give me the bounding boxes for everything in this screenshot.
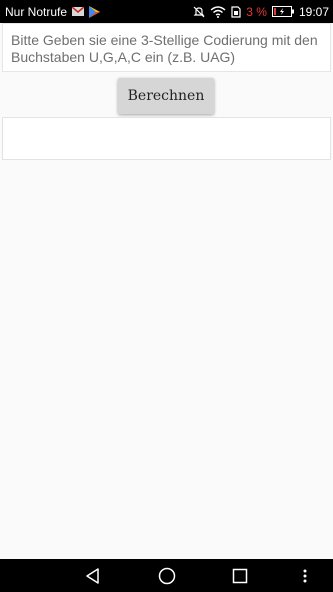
overflow-menu-button[interactable]	[295, 559, 315, 592]
status-left: Nur Notrufe	[0, 4, 101, 19]
clock: 19:07	[298, 4, 329, 19]
navigation-bar	[0, 559, 333, 592]
back-icon	[85, 567, 101, 584]
more-icon	[303, 569, 307, 583]
home-icon	[158, 567, 176, 585]
codon-input[interactable]: Bitte Geben sie eine 3-Stellige Codierun…	[2, 23, 331, 72]
gmail-icon	[72, 7, 85, 16]
battery-percent: 3 %	[246, 4, 267, 19]
wifi-icon	[210, 5, 226, 18]
calculate-button[interactable]: Berechnen	[118, 78, 214, 114]
status-bar: Nur Notrufe 3 % 19:07	[0, 0, 333, 23]
status-right: 3 % 19:07	[193, 5, 333, 19]
mute-icon	[193, 6, 205, 18]
recents-button[interactable]	[225, 559, 255, 592]
result-output	[2, 117, 331, 160]
app-screen: Nur Notrufe 3 % 19:07 Bitte Geben sie ei…	[0, 0, 333, 592]
home-button[interactable]	[152, 559, 182, 592]
back-button[interactable]	[78, 559, 108, 592]
input-placeholder: Bitte Geben sie eine 3-Stellige Codierun…	[11, 32, 318, 65]
carrier-label: Nur Notrufe	[5, 4, 68, 19]
battery-icon	[271, 6, 294, 17]
play-store-icon	[89, 5, 101, 18]
recents-icon	[232, 568, 248, 584]
sim-icon	[231, 5, 241, 18]
